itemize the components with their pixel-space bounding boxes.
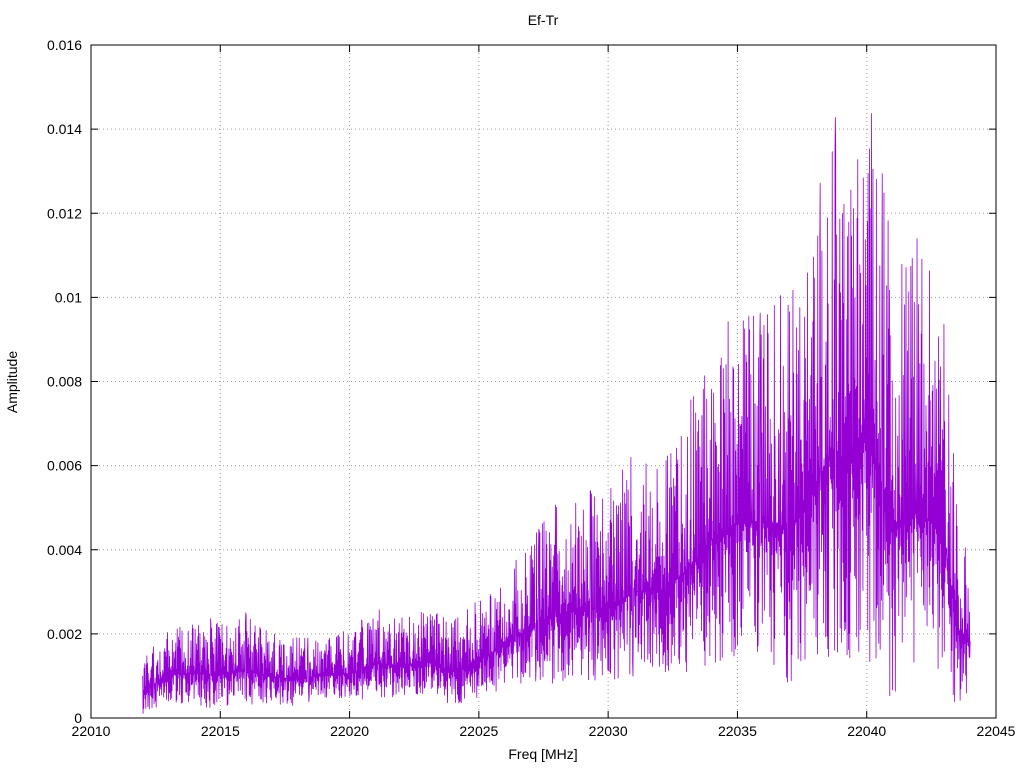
y-tick-label: 0.006	[47, 458, 82, 474]
y-tick-label: 0.012	[47, 205, 82, 221]
x-tick-label: 22040	[847, 723, 886, 739]
x-tick-label: 22015	[201, 723, 240, 739]
y-tick-label: 0	[74, 710, 82, 726]
chart: 22010 22015 22020 22025 22030 22035 22040 22045…	[0, 0, 1024, 768]
chart-title: Ef-Tr	[528, 12, 559, 28]
y-tick-label: 0.014	[47, 121, 82, 137]
y-tick-label: 0.002	[47, 626, 82, 642]
x-tick-label: 22030	[589, 723, 628, 739]
x-tick-label: 22045	[977, 723, 1016, 739]
x-tick-label: 22020	[330, 723, 369, 739]
y-tick-label: 0.008	[47, 374, 82, 390]
x-tick-label: 22025	[459, 723, 498, 739]
x-tick-label: 22035	[718, 723, 757, 739]
y-tick-label: 0.016	[47, 37, 82, 53]
y-tick-label: 0.004	[47, 542, 82, 558]
y-tick-label: 0.01	[55, 289, 82, 305]
x-axis-label: Freq [MHz]	[508, 746, 577, 762]
y-axis-label: Amplitude	[4, 351, 20, 413]
